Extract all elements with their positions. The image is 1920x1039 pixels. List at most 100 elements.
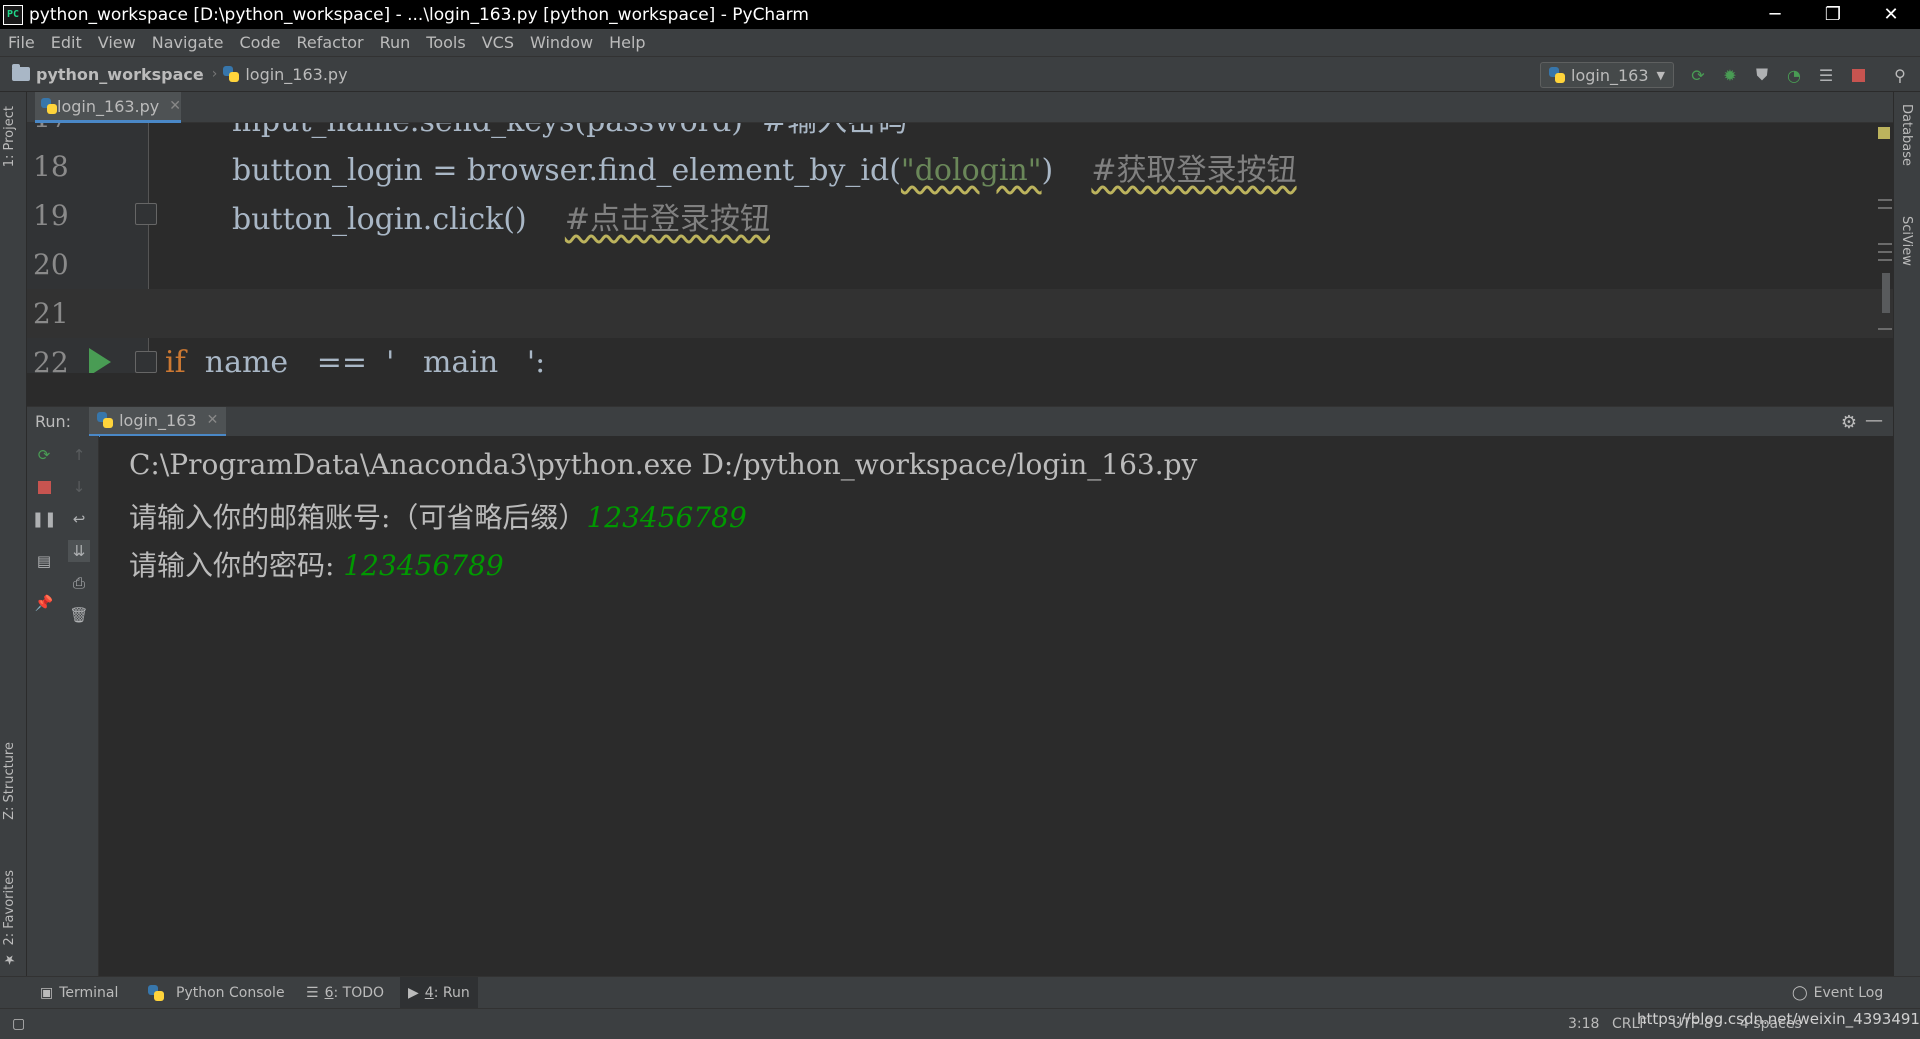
python-console-tab-label: Python Console <box>176 985 285 1001</box>
editor-scrollbar[interactable] <box>1874 123 1892 373</box>
editor-tab-login-163[interactable]: login_163.py ✕ <box>35 92 181 123</box>
error-stripe-mark <box>1878 259 1892 261</box>
gear-icon[interactable]: ⚙ <box>1841 412 1857 433</box>
caret-position[interactable]: 3:18 <box>1568 1016 1599 1032</box>
project-tool-label: 1: Project <box>2 106 17 168</box>
run-icon[interactable]: ⟳ <box>1688 65 1708 85</box>
toggle-tool-windows-icon[interactable]: ▢ <box>12 1016 25 1032</box>
todo-tab[interactable]: ☰ 6: TODO <box>298 977 392 1009</box>
fold-marker-icon[interactable] <box>135 351 157 373</box>
pycharm-logo-icon: PC <box>3 4 23 25</box>
code-editor[interactable]: 17 input_name.send_keys(password) #输入密码 … <box>27 123 1893 373</box>
stop-icon[interactable] <box>1848 65 1868 85</box>
menu-file[interactable]: File <box>0 33 43 52</box>
menu-code[interactable]: Code <box>232 33 289 52</box>
menu-navigate[interactable]: Navigate <box>144 33 232 52</box>
close-tab-icon[interactable]: ✕ <box>207 412 219 428</box>
python-file-icon <box>223 66 240 82</box>
close-tab-icon[interactable]: ✕ <box>169 98 181 114</box>
run-panel-label: Run: <box>35 412 72 431</box>
run-tab-number: 4 <box>424 985 434 1001</box>
menu-tools[interactable]: Tools <box>418 33 473 52</box>
run-console[interactable]: C:\ProgramData\Anaconda3\python.exe D:/p… <box>100 436 1893 976</box>
python-icon <box>1549 67 1565 83</box>
menu-view[interactable]: View <box>90 33 144 52</box>
run-tool-tab[interactable]: ▶ 4: Run <box>400 977 478 1009</box>
console-command-line: C:\ProgramData\Anaconda3\python.exe D:/p… <box>129 448 1198 481</box>
menu-bar: File Edit View Navigate Code Refactor Ru… <box>0 29 1920 56</box>
window-title: python_workspace [D:\python_workspace] -… <box>29 4 809 25</box>
left-tool-strip: 1: Project Z: Structure ★ 2: Favorites <box>0 92 27 976</box>
console-output-line: 请输入你的邮箱账号:（可省略后缀）123456789 <box>129 496 747 536</box>
code-text: button_login.click() #点击登录按钮 <box>232 194 770 238</box>
debug-icon[interactable]: ✹ <box>1720 65 1740 85</box>
breadcrumb-project-label: python_workspace <box>36 64 204 84</box>
warning-marker <box>1878 127 1890 139</box>
project-tool-tab[interactable]: 1: Project <box>2 106 17 167</box>
layout-icon[interactable]: ▤ <box>33 550 55 572</box>
breadcrumb-file[interactable]: login_163.py <box>223 65 348 84</box>
console-user-input: 123456789 <box>343 549 504 582</box>
menu-window[interactable]: Window <box>522 33 601 52</box>
stop-icon[interactable] <box>33 476 55 498</box>
code-segment: ) <box>1041 152 1092 188</box>
trash-icon[interactable]: 🗑 <box>68 604 90 626</box>
code-line-18: 18 button_login = browser.find_element_b… <box>27 142 1893 191</box>
line-number: 21 <box>33 297 69 330</box>
error-stripe-mark <box>1878 207 1892 209</box>
line-number: 22 <box>33 346 69 373</box>
scroll-thumb[interactable] <box>1882 273 1890 313</box>
window-title-bar: PC python_workspace [D:\python_workspace… <box>0 0 1920 29</box>
terminal-tab[interactable]: ▣ Terminal <box>32 977 126 1009</box>
profile-icon[interactable]: ◔ <box>1784 65 1804 85</box>
run-configuration-select[interactable]: login_163 ▼ <box>1540 62 1674 88</box>
folder-icon <box>12 64 30 81</box>
code-line-17: 17 input_name.send_keys(password) #输入密码 <box>27 123 1893 142</box>
error-stripe-mark <box>1878 251 1892 253</box>
watermark-url: https://blog.csdn.net/weixin_43934915 <box>1637 1010 1920 1028</box>
close-window-button[interactable]: ✕ <box>1862 0 1920 29</box>
python-console-icon <box>148 985 164 1001</box>
structure-tool-label: Z: Structure <box>2 742 17 820</box>
breadcrumb-separator-icon: › <box>211 66 218 82</box>
menu-run[interactable]: Run <box>372 33 419 52</box>
python-file-icon <box>41 98 58 114</box>
pause-icon[interactable]: ❚❚ <box>31 508 56 530</box>
breadcrumb-project[interactable]: python_workspace <box>12 64 204 84</box>
print-icon[interactable]: ⎙ <box>68 572 90 594</box>
console-prompt: 请输入你的密码: <box>129 549 344 582</box>
menu-vcs[interactable]: VCS <box>474 33 522 52</box>
search-everywhere-icon[interactable]: ⚲ <box>1890 65 1910 85</box>
event-log-tab[interactable]: ◯ Event Log <box>1784 977 1891 1009</box>
string-literal: "dologin" <box>900 152 1042 188</box>
concurrency-icon[interactable]: ☰ <box>1816 65 1836 85</box>
python-console-tab[interactable]: Python Console <box>140 977 293 1009</box>
up-arrow-icon[interactable]: ↑ <box>68 444 90 466</box>
minimize-panel-icon[interactable]: — <box>1865 410 1883 431</box>
menu-help[interactable]: Help <box>601 33 653 52</box>
menu-edit[interactable]: Edit <box>43 33 90 52</box>
minimize-button[interactable]: ─ <box>1746 0 1804 29</box>
editor-tab-label: login_163.py <box>57 96 160 116</box>
sciview-tool-tab[interactable]: SciView <box>1899 216 1914 266</box>
database-tool-tab[interactable]: Database <box>1899 104 1914 166</box>
line-number: 17 <box>33 123 73 134</box>
soft-wrap-icon[interactable]: ↩ <box>68 508 90 530</box>
event-log-label: Event Log <box>1813 985 1884 1001</box>
run-tab-label: login_163 <box>119 410 197 430</box>
pin-icon[interactable]: 📌 <box>33 592 55 614</box>
run-gutter-icon[interactable] <box>89 348 111 373</box>
favorites-star-icon: ★ <box>2 951 17 967</box>
run-tab-login-163[interactable]: login_163 ✕ <box>89 406 227 437</box>
favorites-tool-tab[interactable]: ★ 2: Favorites <box>2 870 17 967</box>
coverage-icon[interactable]: ⛊ <box>1752 65 1772 85</box>
structure-tool-tab[interactable]: Z: Structure <box>2 742 17 820</box>
code-text: if name == ' main ': <box>165 345 545 373</box>
restore-button[interactable]: ❐ <box>1804 0 1862 29</box>
fold-marker-icon[interactable] <box>135 203 157 225</box>
menu-refactor[interactable]: Refactor <box>288 33 371 52</box>
down-arrow-icon[interactable]: ↓ <box>68 476 90 498</box>
line-number: 18 <box>33 150 69 183</box>
scroll-to-end-icon[interactable]: ⇊ <box>68 540 90 562</box>
rerun-icon[interactable]: ⟳ <box>33 444 55 466</box>
